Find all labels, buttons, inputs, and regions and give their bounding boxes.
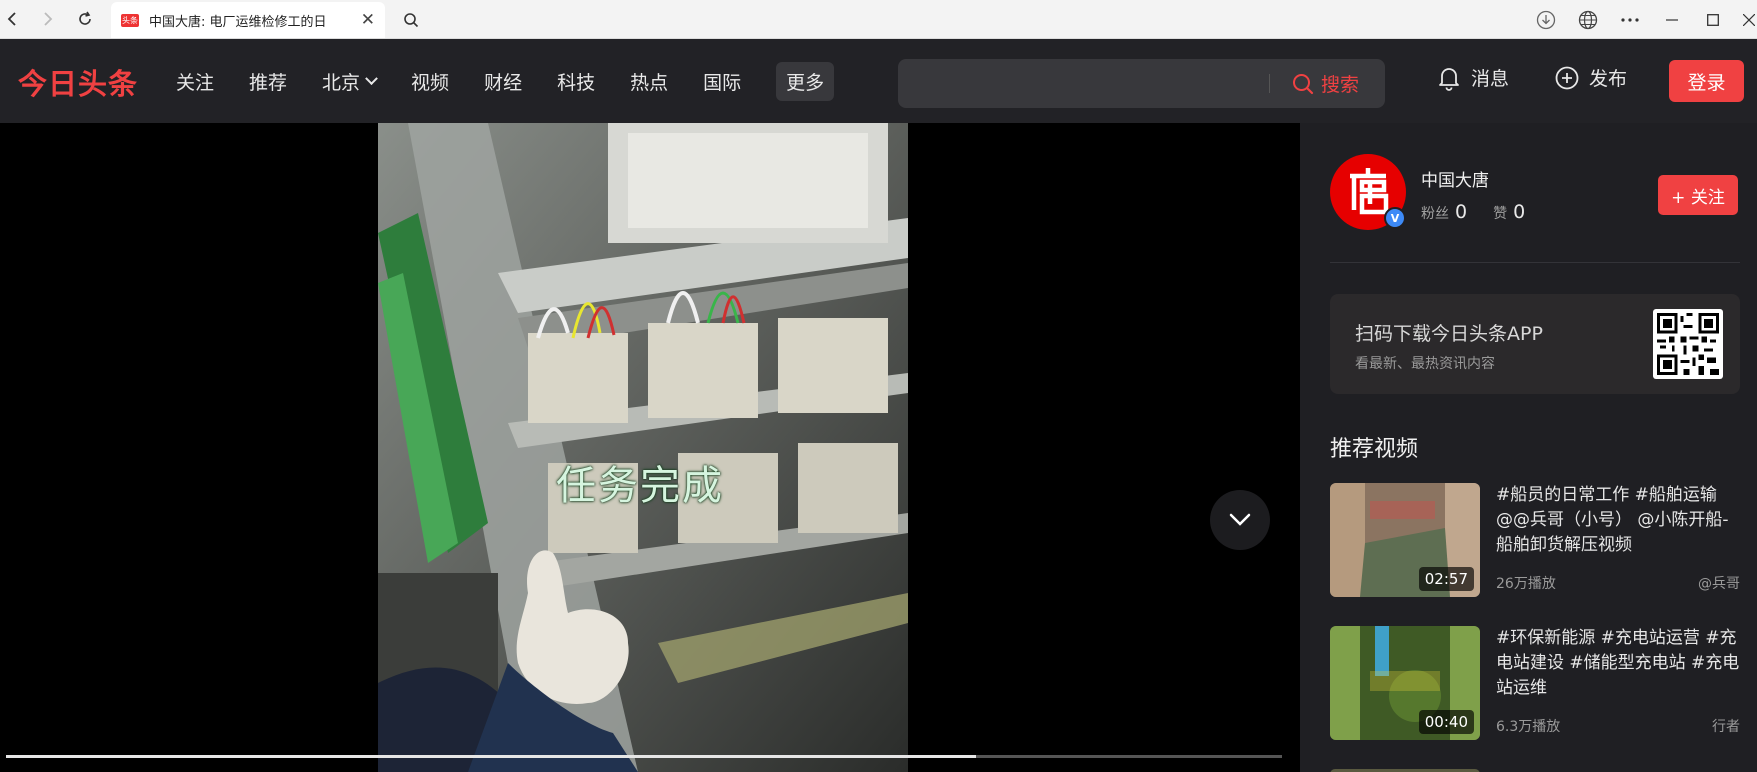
video-player[interactable]: 任务完成 (0, 123, 1300, 772)
nav-item-video[interactable]: 视频 (411, 68, 449, 95)
video-author[interactable]: 行者 (1712, 716, 1740, 736)
minimize-icon[interactable] (1659, 7, 1685, 33)
likes-count: 0 (1513, 201, 1526, 223)
divider (1330, 262, 1740, 263)
nav-item-hot[interactable]: 热点 (630, 68, 668, 95)
follow-button[interactable]: + 关注 (1658, 175, 1738, 215)
globe-icon[interactable] (1575, 7, 1601, 33)
bell-icon (1439, 67, 1459, 91)
chevron-down-icon (1229, 513, 1251, 526)
fans-label: 粉丝 (1421, 206, 1449, 222)
collapse-button[interactable] (1210, 490, 1270, 550)
sidebar: V 中国大唐 粉丝 0 赞 0 + 关注 扫码下载今日头条APP 看最新、最热资… (1300, 123, 1757, 772)
search-button[interactable]: 搜索 (1292, 59, 1359, 108)
nav-item-international[interactable]: 国际 (703, 68, 741, 95)
recommend-section-title: 推荐视频 (1330, 437, 1419, 462)
login-button[interactable]: 登录 (1669, 60, 1744, 102)
site-logo[interactable]: 今日头条 (18, 61, 138, 103)
publish-button[interactable]: 发布 (1555, 64, 1627, 91)
qr-code-icon (1653, 309, 1723, 379)
nav-item-tech[interactable]: 科技 (557, 68, 595, 95)
video-frame[interactable] (378, 123, 908, 772)
video-views: 26万播放 (1496, 576, 1556, 592)
author-stats: 粉丝 0 赞 0 (1421, 201, 1551, 223)
tab-favicon: 头条 (121, 13, 139, 27)
nav-item-recommend[interactable]: 推荐 (249, 68, 287, 95)
publish-label: 发布 (1589, 68, 1628, 90)
maximize-icon[interactable] (1700, 7, 1726, 33)
nav-more-button[interactable]: 更多 (776, 61, 835, 101)
fans-count: 0 (1455, 201, 1468, 223)
search-button-label: 搜索 (1321, 74, 1360, 96)
chevron-down-icon (365, 71, 378, 85)
likes-label: 赞 (1493, 206, 1508, 222)
back-icon[interactable] (0, 6, 26, 32)
video-still-image (378, 123, 908, 772)
video-title[interactable]: #环保新能源 #充电站运营 #充电站建设 #储能型充电站 #充电站运维 (1496, 626, 1740, 701)
reload-icon[interactable] (72, 6, 98, 32)
app-card-subtitle: 看最新、最热资讯内容 (1355, 356, 1495, 372)
search-box: 搜索 (898, 59, 1385, 108)
main-nav: 关注 推荐 北京 视频 财经 科技 热点 国际 更多 (176, 39, 835, 123)
site-header: 今日头条 关注 推荐 北京 视频 财经 科技 热点 国际 更多 搜索 消息 发布… (0, 39, 1757, 123)
browser-tab[interactable]: 头条 中国大唐: 电厂运维检修工的日 ✕ (111, 2, 385, 38)
tab-title: 中国大唐: 电厂运维检修工的日 (149, 14, 327, 30)
video-progress-bar[interactable] (6, 755, 1282, 758)
window-close-icon[interactable] (1741, 7, 1757, 33)
video-author[interactable]: @兵哥 (1698, 573, 1740, 593)
download-icon[interactable] (1533, 7, 1559, 33)
messages-button[interactable]: 消息 (1437, 64, 1509, 91)
author-name[interactable]: 中国大唐 (1421, 166, 1489, 191)
search-icon[interactable] (397, 8, 425, 32)
video-progress-fill (6, 755, 976, 758)
search-divider (1269, 74, 1270, 93)
close-icon[interactable]: ✕ (361, 10, 375, 30)
browser-toolbar: 头条 中国大唐: 电厂运维检修工的日 ✕ (0, 0, 1757, 39)
nav-item-beijing-label: 北京 (322, 71, 361, 94)
messages-label: 消息 (1471, 68, 1510, 90)
forward-icon[interactable] (34, 6, 60, 32)
video-views: 6.3万播放 (1496, 719, 1561, 735)
video-thumbnail[interactable]: 02:57 (1330, 483, 1480, 597)
video-caption: 任务完成 (556, 463, 724, 509)
video-thumbnail[interactable]: 00:40 (1330, 626, 1480, 740)
app-download-card[interactable]: 扫码下载今日头条APP 看最新、最热资讯内容 (1330, 294, 1740, 394)
plus-circle-icon (1555, 66, 1579, 89)
nav-item-beijing[interactable]: 北京 (322, 68, 378, 95)
video-duration: 02:57 (1418, 567, 1474, 591)
recommended-video-item[interactable]: 02:57 #船员的日常工作 #船舶运输 @@兵哥（小号） @小陈开船-船舶卸货… (1330, 483, 1740, 597)
search-input[interactable] (912, 69, 1242, 98)
video-title[interactable]: #船员的日常工作 #船舶运输 @@兵哥（小号） @小陈开船-船舶卸货解压视频 (1496, 483, 1740, 558)
nav-item-follow[interactable]: 关注 (176, 68, 214, 95)
video-duration: 00:40 (1418, 710, 1474, 734)
recommended-video-item[interactable]: 00:40 #环保新能源 #充电站运营 #充电站建设 #储能型充电站 #充电站运… (1330, 626, 1740, 740)
nav-item-finance[interactable]: 财经 (484, 68, 522, 95)
verified-badge: V (1384, 207, 1406, 229)
app-card-title: 扫码下载今日头条APP (1355, 323, 1543, 345)
search-icon (1293, 73, 1314, 94)
more-icon[interactable] (1617, 7, 1643, 33)
